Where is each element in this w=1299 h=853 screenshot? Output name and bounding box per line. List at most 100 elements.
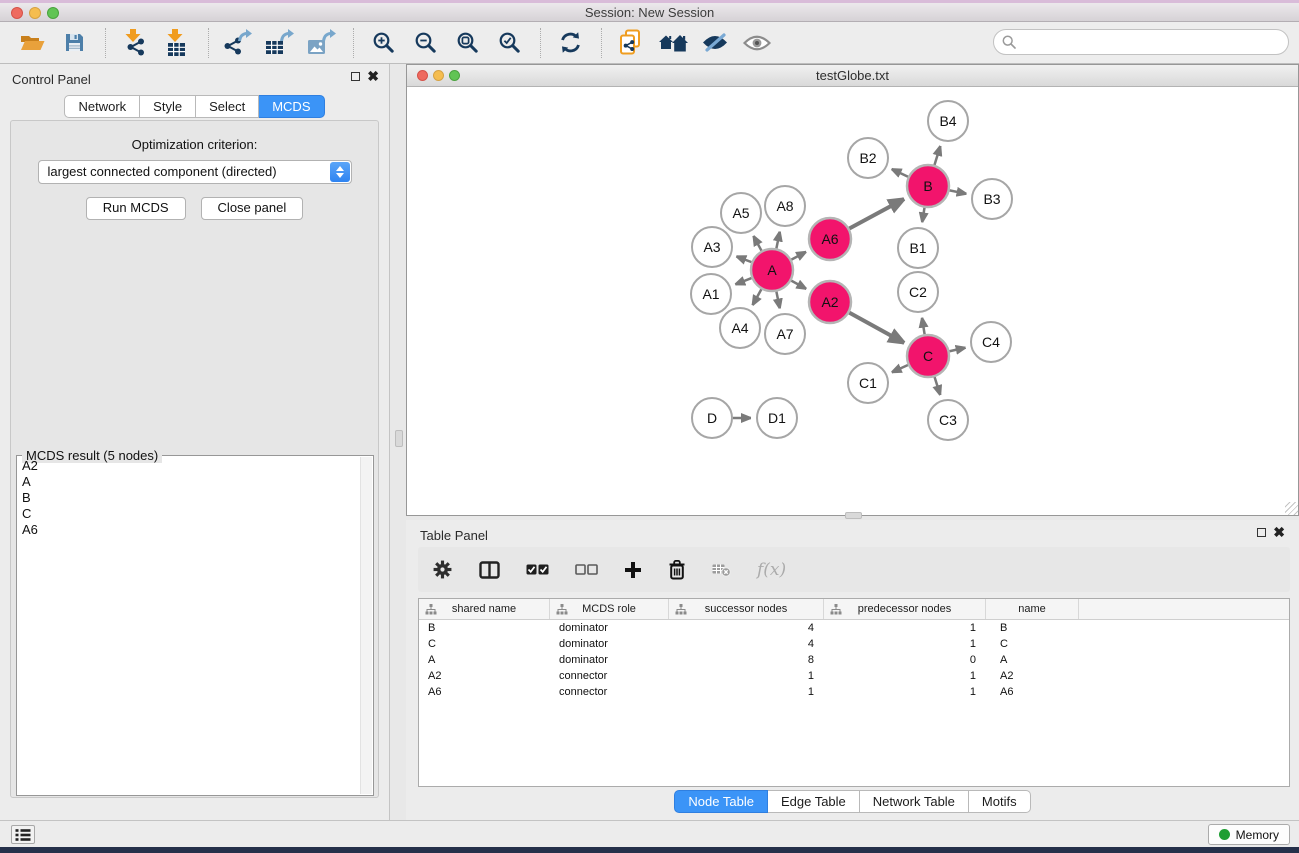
delete-table-button[interactable] (712, 562, 731, 577)
table-row[interactable]: A6connector11A6 (419, 684, 1289, 700)
zoom-in-button[interactable] (363, 25, 403, 61)
memory-button[interactable]: Memory (1208, 824, 1290, 845)
table-settings-button[interactable] (432, 559, 453, 580)
table-tab-motifs[interactable]: Motifs (969, 790, 1031, 813)
export-network-button[interactable] (218, 25, 258, 61)
table-tab-edge-table[interactable]: Edge Table (768, 790, 860, 813)
graph-edge-A-A1[interactable] (735, 278, 751, 284)
tab-select[interactable]: Select (196, 95, 259, 118)
home-icon (658, 32, 689, 53)
function-builder-button[interactable]: f(x) (757, 560, 786, 580)
search-input[interactable] (1021, 35, 1288, 50)
graph-edge-A-A7[interactable] (776, 292, 779, 309)
hide-panel-button[interactable] (695, 25, 735, 61)
table-row[interactable]: Adominator80A (419, 652, 1289, 668)
import-table-button[interactable] (157, 25, 197, 61)
graph-edge-B-B3[interactable] (950, 190, 967, 193)
run-mcds-button[interactable]: Run MCDS (86, 197, 186, 220)
close-table-panel-icon[interactable]: ✖ (1273, 528, 1285, 537)
cell-shared-name: C (419, 638, 550, 650)
graph-svg[interactable]: B4B2BB3A8A5A6A3B1AC2A1A2A4A7C4CC1DD1C3 (407, 87, 1298, 515)
home-views-button[interactable] (653, 25, 693, 61)
result-item[interactable]: A2 (18, 458, 359, 474)
graph-edge-C-C4[interactable] (949, 348, 965, 352)
add-column-button[interactable] (624, 561, 642, 579)
criterion-select[interactable]: largest connected component (directed) (38, 160, 352, 184)
open-session-button[interactable] (12, 25, 52, 61)
vertical-splitter-grip[interactable] (395, 430, 403, 447)
mcds-result-box: MCDS result (5 nodes) A2ABCA6 (16, 455, 374, 796)
graph-edge-A-A3[interactable] (736, 256, 751, 262)
column-header-predecessor-nodes[interactable]: predecessor nodes (824, 599, 986, 619)
zoom-selected-icon (498, 31, 521, 54)
zoom-fit-icon (456, 31, 479, 54)
float-table-panel-icon[interactable] (1257, 528, 1266, 537)
graph-edge-A2-C[interactable] (849, 313, 904, 343)
result-item[interactable]: A (18, 474, 359, 490)
cell-successor-nodes: 1 (669, 670, 824, 682)
refresh-icon (559, 31, 582, 54)
result-item[interactable]: B (18, 490, 359, 506)
network-from-selection-button[interactable] (611, 25, 651, 61)
graph-edge-C-C1[interactable] (892, 365, 908, 372)
column-header-successor-nodes[interactable]: successor nodes (669, 599, 824, 619)
graph-edge-A-A5[interactable] (753, 236, 761, 251)
tab-mcds[interactable]: MCDS (259, 95, 324, 118)
deselect-all-button[interactable] (575, 564, 598, 575)
tab-network[interactable]: Network (64, 95, 140, 118)
show-panel-button[interactable] (737, 25, 777, 61)
float-panel-icon[interactable] (351, 72, 360, 81)
graph-edge-A-A6[interactable] (791, 252, 806, 260)
graph-node-label-A5: A5 (732, 205, 749, 221)
column-header-mcds-role[interactable]: MCDS role (550, 599, 669, 619)
table-body: Bdominator41BCdominator41CAdominator80AA… (419, 620, 1289, 700)
close-panel-button[interactable]: Close panel (201, 197, 304, 220)
column-header-name[interactable]: name (986, 599, 1079, 619)
save-session-button[interactable] (54, 25, 94, 61)
network-canvas[interactable]: B4B2BB3A8A5A6A3B1AC2A1A2A4A7C4CC1DD1C3 (407, 87, 1298, 515)
delete-column-button[interactable] (668, 559, 686, 580)
table-row[interactable]: A2connector11A2 (419, 668, 1289, 684)
export-image-icon (307, 29, 337, 56)
table-tab-network-table[interactable]: Network Table (860, 790, 969, 813)
graph-edge-A-A8[interactable] (776, 231, 779, 248)
horizontal-splitter-grip[interactable] (845, 512, 862, 519)
import-network-icon (120, 29, 150, 57)
table-row[interactable]: Cdominator41C (419, 636, 1289, 652)
export-table-button[interactable] (260, 25, 300, 61)
zoom-out-button[interactable] (405, 25, 445, 61)
column-header-shared-name[interactable]: shared name (419, 599, 550, 619)
result-scrollbar[interactable] (360, 457, 372, 794)
select-stepper-icon[interactable] (330, 162, 350, 182)
cell-predecessor-nodes: 1 (824, 670, 986, 682)
graph-edge-B-B2[interactable] (892, 169, 909, 177)
split-table-button[interactable] (479, 561, 500, 579)
result-item[interactable]: C (18, 506, 359, 522)
tab-style[interactable]: Style (140, 95, 196, 118)
refresh-view-button[interactable] (550, 25, 590, 61)
result-item[interactable]: A6 (18, 522, 359, 538)
select-all-button[interactable] (526, 564, 549, 575)
graph-edge-A6-B[interactable] (849, 199, 904, 229)
export-image-button[interactable] (302, 25, 342, 61)
table-row[interactable]: Bdominator41B (419, 620, 1289, 636)
graph-edge-A-A2[interactable] (791, 281, 806, 289)
header-filler (1079, 599, 1289, 619)
graph-edge-C-C2[interactable] (922, 318, 925, 335)
close-panel-icon[interactable]: ✖ (367, 72, 379, 81)
memory-label: Memory (1236, 828, 1279, 842)
cell-predecessor-nodes: 0 (824, 654, 986, 666)
table-tab-node-table[interactable]: Node Table (674, 790, 768, 813)
graph-edge-B-B1[interactable] (922, 208, 924, 223)
window-resize-handle[interactable] (1285, 502, 1298, 515)
zoom-fit-button[interactable] (447, 25, 487, 61)
graph-edge-C-C3[interactable] (935, 377, 941, 395)
task-history-button[interactable] (11, 825, 35, 844)
network-window-titlebar[interactable]: testGlobe.txt (407, 65, 1298, 87)
graph-edge-A-A4[interactable] (753, 289, 762, 305)
graph-edge-B-B4[interactable] (934, 146, 940, 165)
zoom-selected-button[interactable] (489, 25, 529, 61)
import-network-button[interactable] (115, 25, 155, 61)
graph-node-label-B1: B1 (909, 240, 926, 256)
search-field[interactable] (993, 29, 1289, 55)
